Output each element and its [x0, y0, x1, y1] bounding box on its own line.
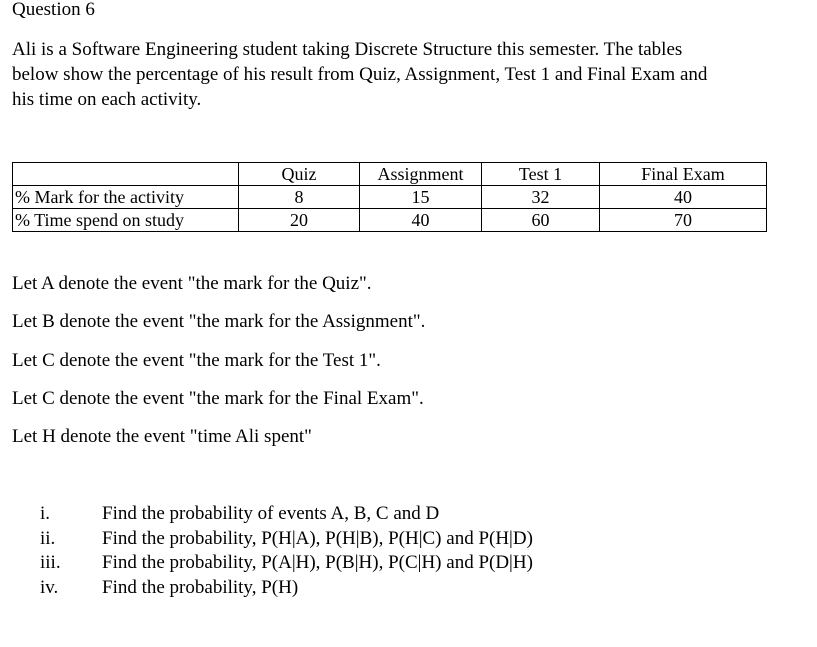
intro-line: his time on each activity. [12, 89, 202, 110]
table-cell: 15 [359, 185, 482, 209]
question-number: i. [40, 503, 51, 524]
definition-line: Let C denote the event "the mark for the… [12, 387, 424, 409]
intro-line: below show the percentage of his result … [12, 64, 708, 85]
intro-line: Ali is a Software Engineering student ta… [12, 39, 683, 60]
table-cell: 20 [238, 208, 360, 232]
table-cell: 60 [481, 208, 600, 232]
definition-line: Let H denote the event "time Ali spent" [12, 426, 312, 448]
table-cell: 40 [599, 185, 767, 209]
row-label: % Mark for the activity [12, 185, 239, 209]
table-row: % Time spend on study 20 40 60 70 [12, 208, 767, 232]
definition-line: Let C denote the event "the mark for the… [12, 349, 381, 371]
question-number: ii. [40, 527, 56, 549]
table-row: % Mark for the activity 8 15 32 40 [12, 185, 767, 209]
question-number: iii. [40, 552, 61, 573]
table-cell: 8 [238, 185, 360, 209]
question-text: Find the probability, P(H) [102, 576, 299, 598]
table-header-row: Quiz Assignment Test 1 Final Exam [12, 162, 767, 186]
table-header-cell [12, 162, 239, 186]
definition-line: Let B denote the event "the mark for the… [12, 311, 426, 333]
question-title: Question 6 [12, 0, 95, 20]
table-header-cell: Quiz [238, 162, 360, 186]
intro-paragraph: Ali is a Software Engineering student ta… [12, 37, 802, 112]
table-cell: 40 [359, 208, 482, 232]
question-text: Find the probability of events A, B, C a… [102, 503, 440, 524]
question-text: Find the probability, P(H|A), P(H|B), P(… [102, 527, 533, 549]
row-label: % Time spend on study [12, 208, 239, 232]
question-number: iv. [40, 576, 59, 598]
table-cell: 70 [599, 208, 767, 232]
results-table: Quiz Assignment Test 1 Final Exam % Mark… [12, 162, 767, 232]
table-header-cell: Test 1 [481, 162, 600, 186]
question-text: Find the probability, P(A|H), P(B|H), P(… [102, 552, 533, 573]
table-cell: 32 [481, 185, 600, 209]
event-definitions: Let A denote the event "the mark for the… [12, 273, 425, 464]
definition-line: Let A denote the event "the mark for the… [12, 273, 372, 294]
table-header-cell: Assignment [359, 162, 482, 186]
table-header-cell: Final Exam [599, 162, 767, 186]
